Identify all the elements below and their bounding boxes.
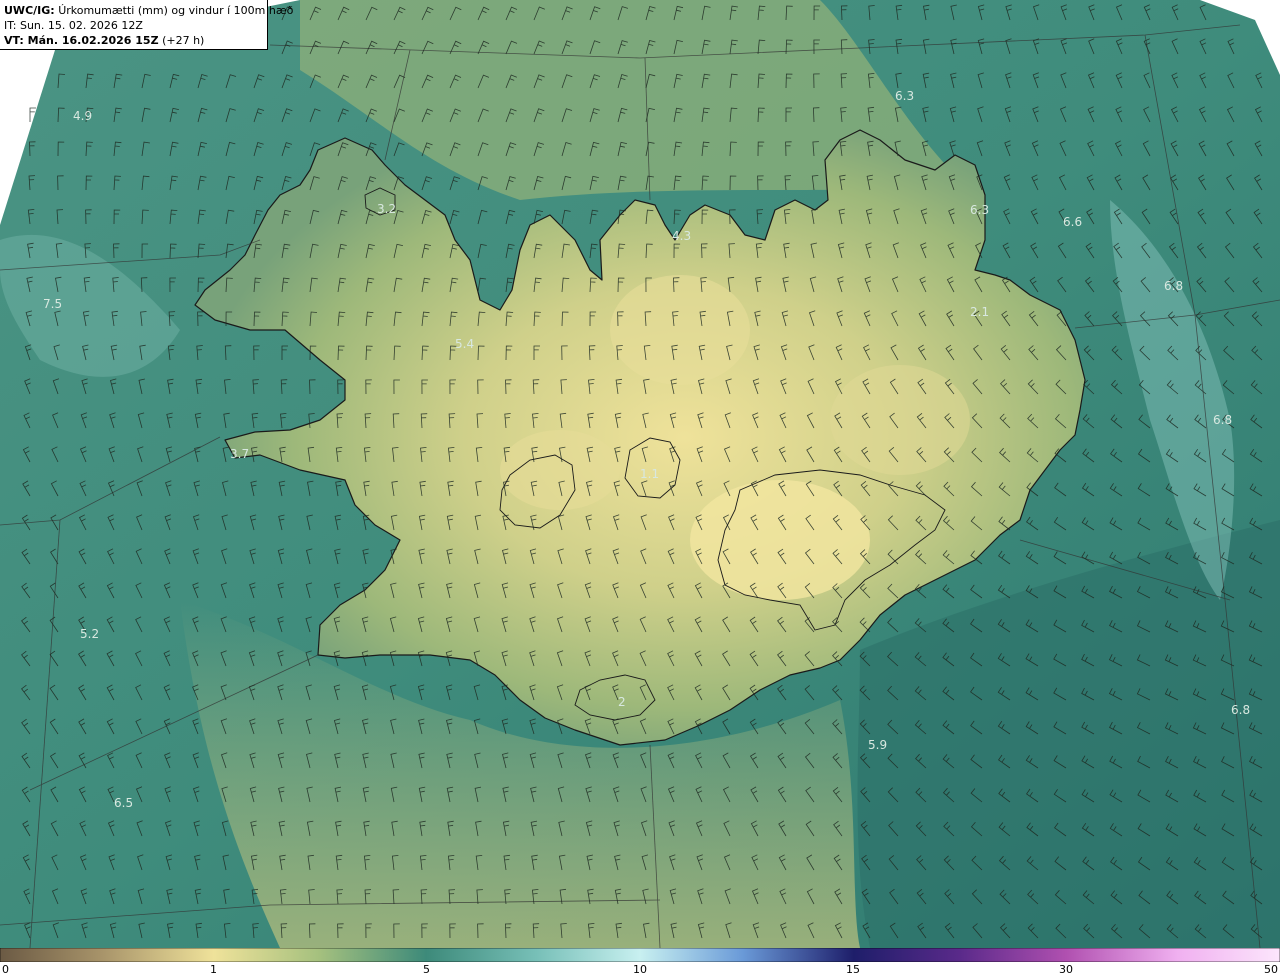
value-label: 6.8 bbox=[1164, 279, 1183, 293]
colorbar-tick: 10 bbox=[633, 963, 647, 976]
value-label: 6.8 bbox=[1231, 703, 1250, 717]
colorbar-tick: 30 bbox=[1059, 963, 1073, 976]
map-canvas: 4.9 3.2 7.5 5.4 4.3 3.7 6.3 6.3 6.6 6.8 … bbox=[0, 0, 1280, 948]
value-label: 3.7 bbox=[230, 447, 249, 461]
product-title: UWC/IG: Úrkomumætti (mm) og vindur í 100… bbox=[4, 3, 293, 18]
value-label: 1.1 bbox=[640, 467, 659, 481]
highland-patch bbox=[690, 480, 870, 600]
value-label: 2 bbox=[618, 695, 626, 709]
colorbar-tick: 50 bbox=[1264, 963, 1278, 976]
precip-colorbar bbox=[0, 948, 1280, 962]
product-code: UWC/IG: bbox=[4, 4, 55, 17]
value-label: 7.5 bbox=[43, 297, 62, 311]
colorbar-tick: 1 bbox=[210, 963, 217, 976]
value-label: 4.3 bbox=[672, 229, 691, 243]
valid-time: VT: Mán. 16.02.2026 15Z (+27 h) bbox=[4, 33, 263, 48]
forecast-info-box: UWC/IG: Úrkomumætti (mm) og vindur í 100… bbox=[0, 0, 293, 50]
colorbar-tick: 5 bbox=[423, 963, 430, 976]
value-label: 5.9 bbox=[868, 738, 887, 752]
value-label: 3.2 bbox=[377, 202, 396, 216]
valid-time-offset: (+27 h) bbox=[162, 34, 205, 47]
value-label: 4.9 bbox=[73, 109, 92, 123]
value-label: 6.8 bbox=[1213, 413, 1232, 427]
colorbar-gradient bbox=[0, 948, 1280, 962]
highland-patch bbox=[500, 430, 620, 510]
value-label: 6.3 bbox=[895, 89, 914, 103]
value-label: 5.2 bbox=[80, 627, 99, 641]
value-label: 2.1 bbox=[970, 305, 989, 319]
colorbar-ticks: 0 1 5 10 15 30 50 bbox=[0, 962, 1280, 978]
value-label: 6.5 bbox=[114, 796, 133, 810]
highland-patch bbox=[610, 275, 750, 385]
colorbar-tick: 15 bbox=[846, 963, 860, 976]
valid-time-label: VT: Mán. 16.02.2026 15Z bbox=[4, 34, 159, 47]
init-time: IT: Sun. 15. 02. 2026 12Z bbox=[4, 19, 143, 32]
highland-patch bbox=[830, 365, 970, 475]
product-name: Úrkomumætti (mm) og vindur í 100m hæð bbox=[58, 4, 294, 17]
value-label: 6.3 bbox=[970, 203, 989, 217]
colorbar-tick: 0 bbox=[2, 963, 9, 976]
value-label: 5.4 bbox=[455, 337, 474, 351]
value-label: 6.6 bbox=[1063, 215, 1082, 229]
